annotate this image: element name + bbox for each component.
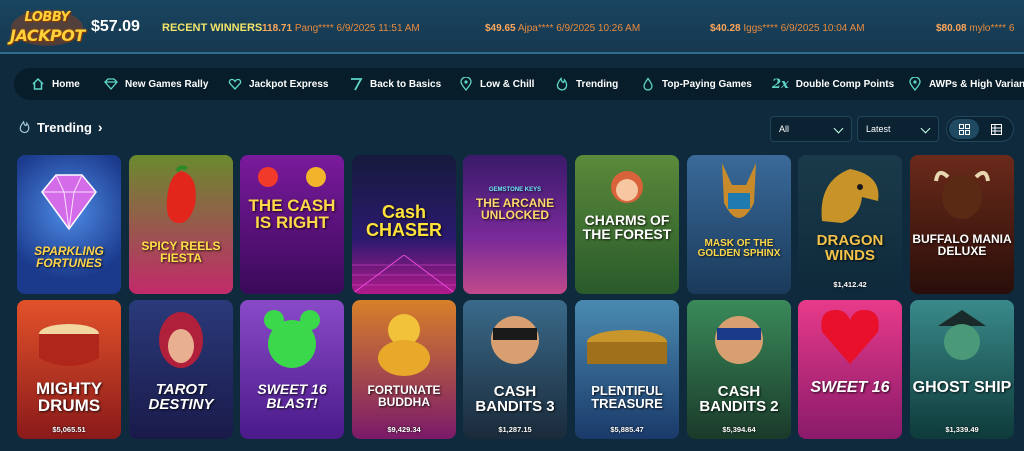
- game-tile-ghost-ship[interactable]: GHOST SHIP $1,339.49: [910, 300, 1014, 439]
- list-icon: [990, 123, 1002, 135]
- home-icon: [32, 77, 44, 90]
- game-tile-cash-chaser[interactable]: Cash CHASER: [352, 155, 456, 294]
- grid-view-button[interactable]: [949, 119, 979, 139]
- winner-entry: $80.08 mylo**** 6: [936, 23, 1015, 34]
- top-bar: LOBBY JACKPOT $57.09 RECENT WINNERS 118.…: [0, 0, 1024, 54]
- game-title: MIGHTY DRUMS: [35, 379, 103, 415]
- chevron-down-icon: [920, 123, 931, 134]
- game-title: SPARKLING FORTUNES: [34, 244, 104, 270]
- game-title: THE ARCANE UNLOCKED: [475, 196, 555, 222]
- game-tile-dragon-winds[interactable]: DRAGON WINDS $1,412.42: [798, 155, 902, 294]
- winner-entry: $49.65 Ajpa**** 6/9/2025 10:26 AM: [485, 23, 641, 34]
- sort-dropdown[interactable]: Latest: [857, 116, 939, 142]
- nav-item-home[interactable]: Home: [31, 68, 80, 100]
- game-tile-buffalo-mania-deluxe[interactable]: BUFFALO MANIA DELUXE: [910, 155, 1014, 294]
- game-title: THE CASH IS RIGHT: [248, 196, 336, 232]
- game-tile-the-arcane-unlocked[interactable]: GEMSTONE KEYS THE ARCANE UNLOCKED: [463, 155, 567, 294]
- chevron-down-icon: [833, 123, 844, 134]
- nav-label: Double Comp Points: [795, 78, 895, 90]
- game-jackpot: $1,412.42: [833, 280, 867, 289]
- 2x-icon: 2x: [772, 76, 789, 92]
- nav-label: Top-Paying Games: [662, 78, 752, 90]
- section-title: Trending: [37, 119, 92, 135]
- nav-item-top-paying-games[interactable]: Top-Paying Games: [641, 68, 752, 100]
- game-jackpot: $5,394.64: [722, 425, 756, 434]
- game-tile-the-cash-is-right[interactable]: THE CASH IS RIGHT: [240, 155, 344, 294]
- game-title: PLENTIFUL TREASURE: [591, 383, 663, 411]
- nav-item-jackpot-express[interactable]: Jackpot Express: [228, 68, 329, 100]
- heart-diamond-icon: [228, 78, 242, 90]
- seven-icon: [351, 78, 363, 91]
- winner-entry: $40.28 Iggs**** 6/9/2025 10:04 AM: [710, 23, 865, 34]
- game-jackpot: $9,429.34: [387, 425, 421, 434]
- game-jackpot: $1,339.49: [945, 425, 979, 434]
- game-tile-cash-bandits-2[interactable]: CASH BANDITS 2 $5,394.64: [687, 300, 791, 439]
- game-jackpot: $1,287.15: [498, 425, 532, 434]
- category-nav: Home New Games Rally Jackpot Express Bac…: [14, 68, 1024, 100]
- game-tile-charms-of-the-forest[interactable]: CHARMS OF THE FOREST: [575, 155, 679, 294]
- game-tile-mighty-drums[interactable]: MIGHTY DRUMS $5,065.51: [17, 300, 121, 439]
- game-tile-spicy-reels-fiesta[interactable]: SPICY REELS FIESTA: [129, 155, 233, 294]
- pin-icon: [909, 77, 921, 91]
- nav-item-awps-high-variance[interactable]: AWPs & High Varian: [908, 68, 1024, 100]
- nav-label: Home: [52, 78, 80, 90]
- game-title: FORTUNATE BUDDHA: [367, 383, 441, 409]
- game-title: DRAGON WINDS: [816, 232, 884, 264]
- game-title: CASH BANDITS 3: [475, 383, 555, 415]
- nav-item-trending[interactable]: Trending: [555, 68, 618, 100]
- balance: $57.09: [91, 18, 140, 35]
- flame-icon: [556, 77, 568, 91]
- lobby-jackpot-logo[interactable]: LOBBY JACKPOT: [10, 8, 85, 48]
- view-toggle: [946, 116, 1014, 142]
- nav-item-new-games-rally[interactable]: New Games Rally: [104, 68, 208, 100]
- game-tile-mask-of-the-golden-sphinx[interactable]: MASK OF THE GOLDEN SPHINX: [687, 155, 791, 294]
- grid-icon: [958, 123, 970, 135]
- game-tile-sweet-16[interactable]: SWEET 16: [798, 300, 902, 439]
- game-tile-plentiful-treasure[interactable]: PLENTIFUL TREASURE $5,885.47: [575, 300, 679, 439]
- game-title: CHARMS OF THE FOREST: [582, 212, 672, 242]
- section-title-trending[interactable]: Trending ›: [18, 119, 103, 135]
- nav-label: Jackpot Express: [249, 78, 329, 90]
- game-tile-cash-bandits-3[interactable]: CASH BANDITS 3 $1,287.15: [463, 300, 567, 439]
- nav-item-low-chill[interactable]: Low & Chill: [459, 68, 534, 100]
- nav-label: Trending: [576, 78, 619, 90]
- sort-value: Latest: [866, 124, 891, 134]
- game-tile-sweet-16-blast[interactable]: SWEET 16 BLAST!: [240, 300, 344, 439]
- game-subtitle: GEMSTONE KEYS: [488, 187, 542, 193]
- winner-entry: 118.71 Pang**** 6/9/2025 11:51 AM: [262, 23, 420, 34]
- nav-label: Low & Chill: [480, 78, 535, 90]
- game-title: SPICY REELS FIESTA: [141, 239, 221, 265]
- game-title: BUFFALO MANIA DELUXE: [912, 232, 1012, 258]
- game-title: TAROT DESTINY: [148, 381, 214, 413]
- diamond-icon: [104, 78, 118, 90]
- nav-label: Back to Basics: [370, 78, 442, 90]
- game-jackpot: $5,885.47: [610, 425, 644, 434]
- game-title: SWEET 16 BLAST!: [257, 381, 327, 411]
- filter-value: All: [779, 124, 790, 134]
- recent-winners-label: RECENT WINNERS: [162, 22, 263, 34]
- recent-winners-ticker: 118.71 Pang**** 6/9/2025 11:51 AM $49.65…: [262, 0, 1024, 54]
- nav-item-double-comp-points[interactable]: 2x Double Comp Points: [772, 68, 894, 100]
- nav-label: New Games Rally: [125, 78, 209, 90]
- chevron-right-icon: ›: [97, 119, 103, 135]
- game-tile-fortunate-buddha[interactable]: FORTUNATE BUDDHA $9,429.34: [352, 300, 456, 439]
- nav-label: AWPs & High Varian: [929, 78, 1024, 90]
- game-title: GHOST SHIP: [912, 379, 1012, 396]
- game-tile-tarot-destiny[interactable]: TAROT DESTINY: [129, 300, 233, 439]
- game-title: CASH BANDITS 2: [699, 383, 779, 415]
- game-tile-sparkling-fortunes[interactable]: SPARKLING FORTUNES: [17, 155, 121, 294]
- game-jackpot: $5,065.51: [52, 425, 86, 434]
- game-title: MASK OF THE GOLDEN SPHINX: [697, 238, 781, 259]
- game-title: Cash CHASER: [365, 202, 442, 240]
- game-title: SWEET 16: [810, 379, 890, 396]
- pin-icon: [460, 77, 472, 91]
- list-view-button[interactable]: [981, 119, 1011, 139]
- filter-dropdown[interactable]: All: [770, 116, 852, 142]
- flame-icon: [19, 120, 30, 134]
- drop-icon: [643, 77, 653, 91]
- nav-item-back-to-basics[interactable]: Back to Basics: [349, 68, 441, 100]
